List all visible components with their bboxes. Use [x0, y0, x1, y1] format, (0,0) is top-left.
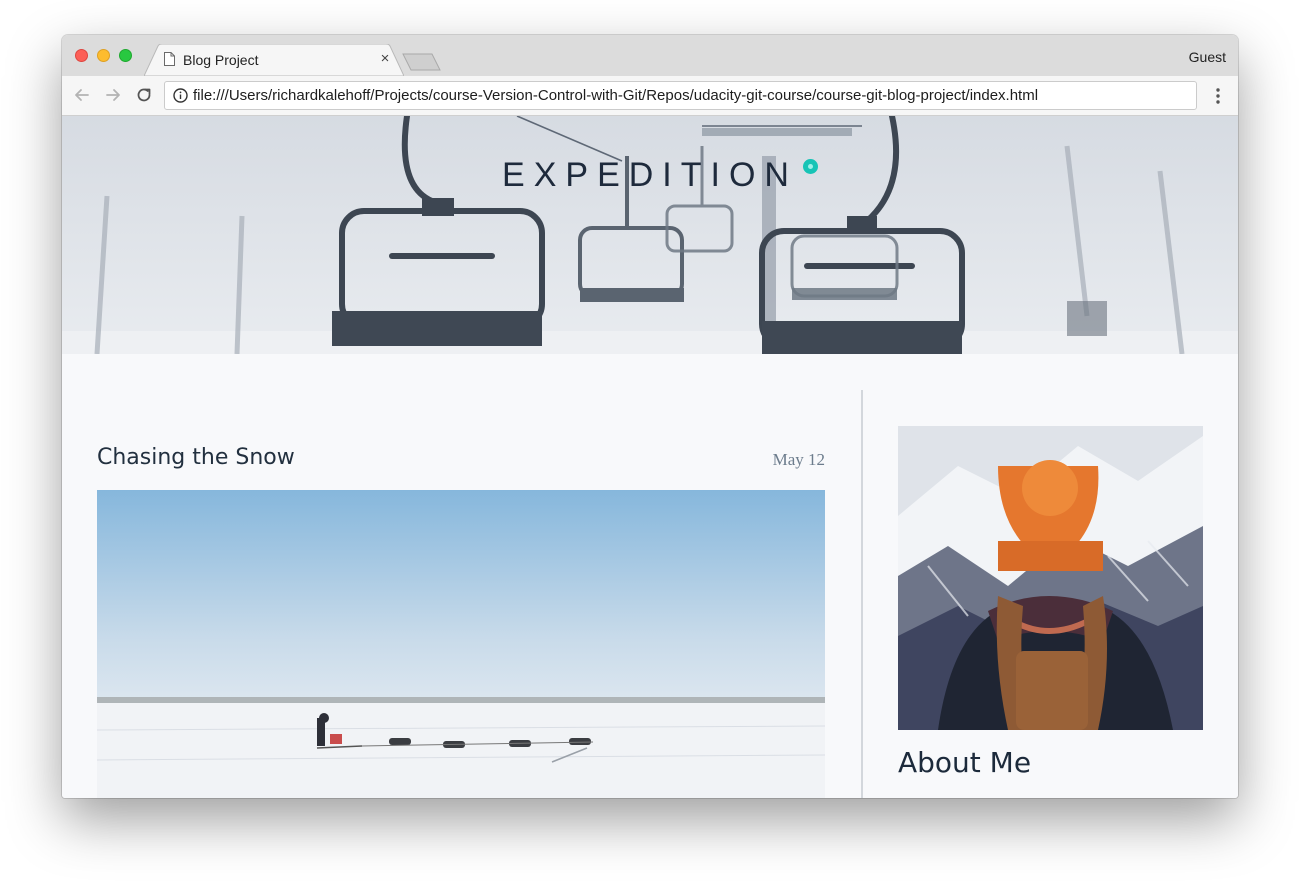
- tab-strip: Blog Project × Guest: [62, 35, 1238, 76]
- window-close-button[interactable]: [75, 49, 88, 62]
- browser-window: Blog Project × Guest file:///Users/richa…: [62, 35, 1238, 798]
- brand-dot-icon: [803, 159, 818, 174]
- post-title[interactable]: Chasing the Snow: [97, 445, 295, 470]
- document-icon: [164, 52, 175, 66]
- brand-logo-text: EXPEDITION: [502, 156, 798, 194]
- new-tab-button[interactable]: [402, 53, 442, 71]
- tab-close-icon[interactable]: ×: [378, 50, 392, 67]
- profile-label[interactable]: Guest: [1189, 49, 1226, 65]
- about-me-image: [898, 426, 1203, 730]
- page-content: EXPEDITION Chasing the Snow May 12 About…: [62, 116, 1238, 798]
- about-me-heading: About Me: [898, 746, 1032, 779]
- forward-arrow-icon[interactable]: [103, 85, 123, 105]
- reload-icon[interactable]: [134, 85, 154, 105]
- info-icon[interactable]: [173, 88, 188, 103]
- window-minimize-button[interactable]: [97, 49, 110, 62]
- ski-lift-image: [62, 116, 1238, 354]
- menu-dots-icon[interactable]: [1208, 86, 1228, 106]
- back-arrow-icon[interactable]: [72, 85, 92, 105]
- column-divider: [861, 390, 863, 798]
- post-date: May 12: [772, 450, 825, 469]
- site-brand[interactable]: EXPEDITION: [62, 156, 1238, 195]
- hero-banner: EXPEDITION: [62, 116, 1238, 354]
- url-text[interactable]: file:///Users/richardkalehoff/Projects/c…: [193, 87, 1038, 104]
- browser-toolbar: file:///Users/richardkalehoff/Projects/c…: [62, 76, 1238, 116]
- window-maximize-button[interactable]: [119, 49, 132, 62]
- tab-blog-project[interactable]: Blog Project ×: [144, 44, 404, 76]
- post-image: [97, 490, 825, 798]
- tab-title: Blog Project: [183, 52, 259, 68]
- address-bar[interactable]: file:///Users/richardkalehoff/Projects/c…: [164, 81, 1197, 110]
